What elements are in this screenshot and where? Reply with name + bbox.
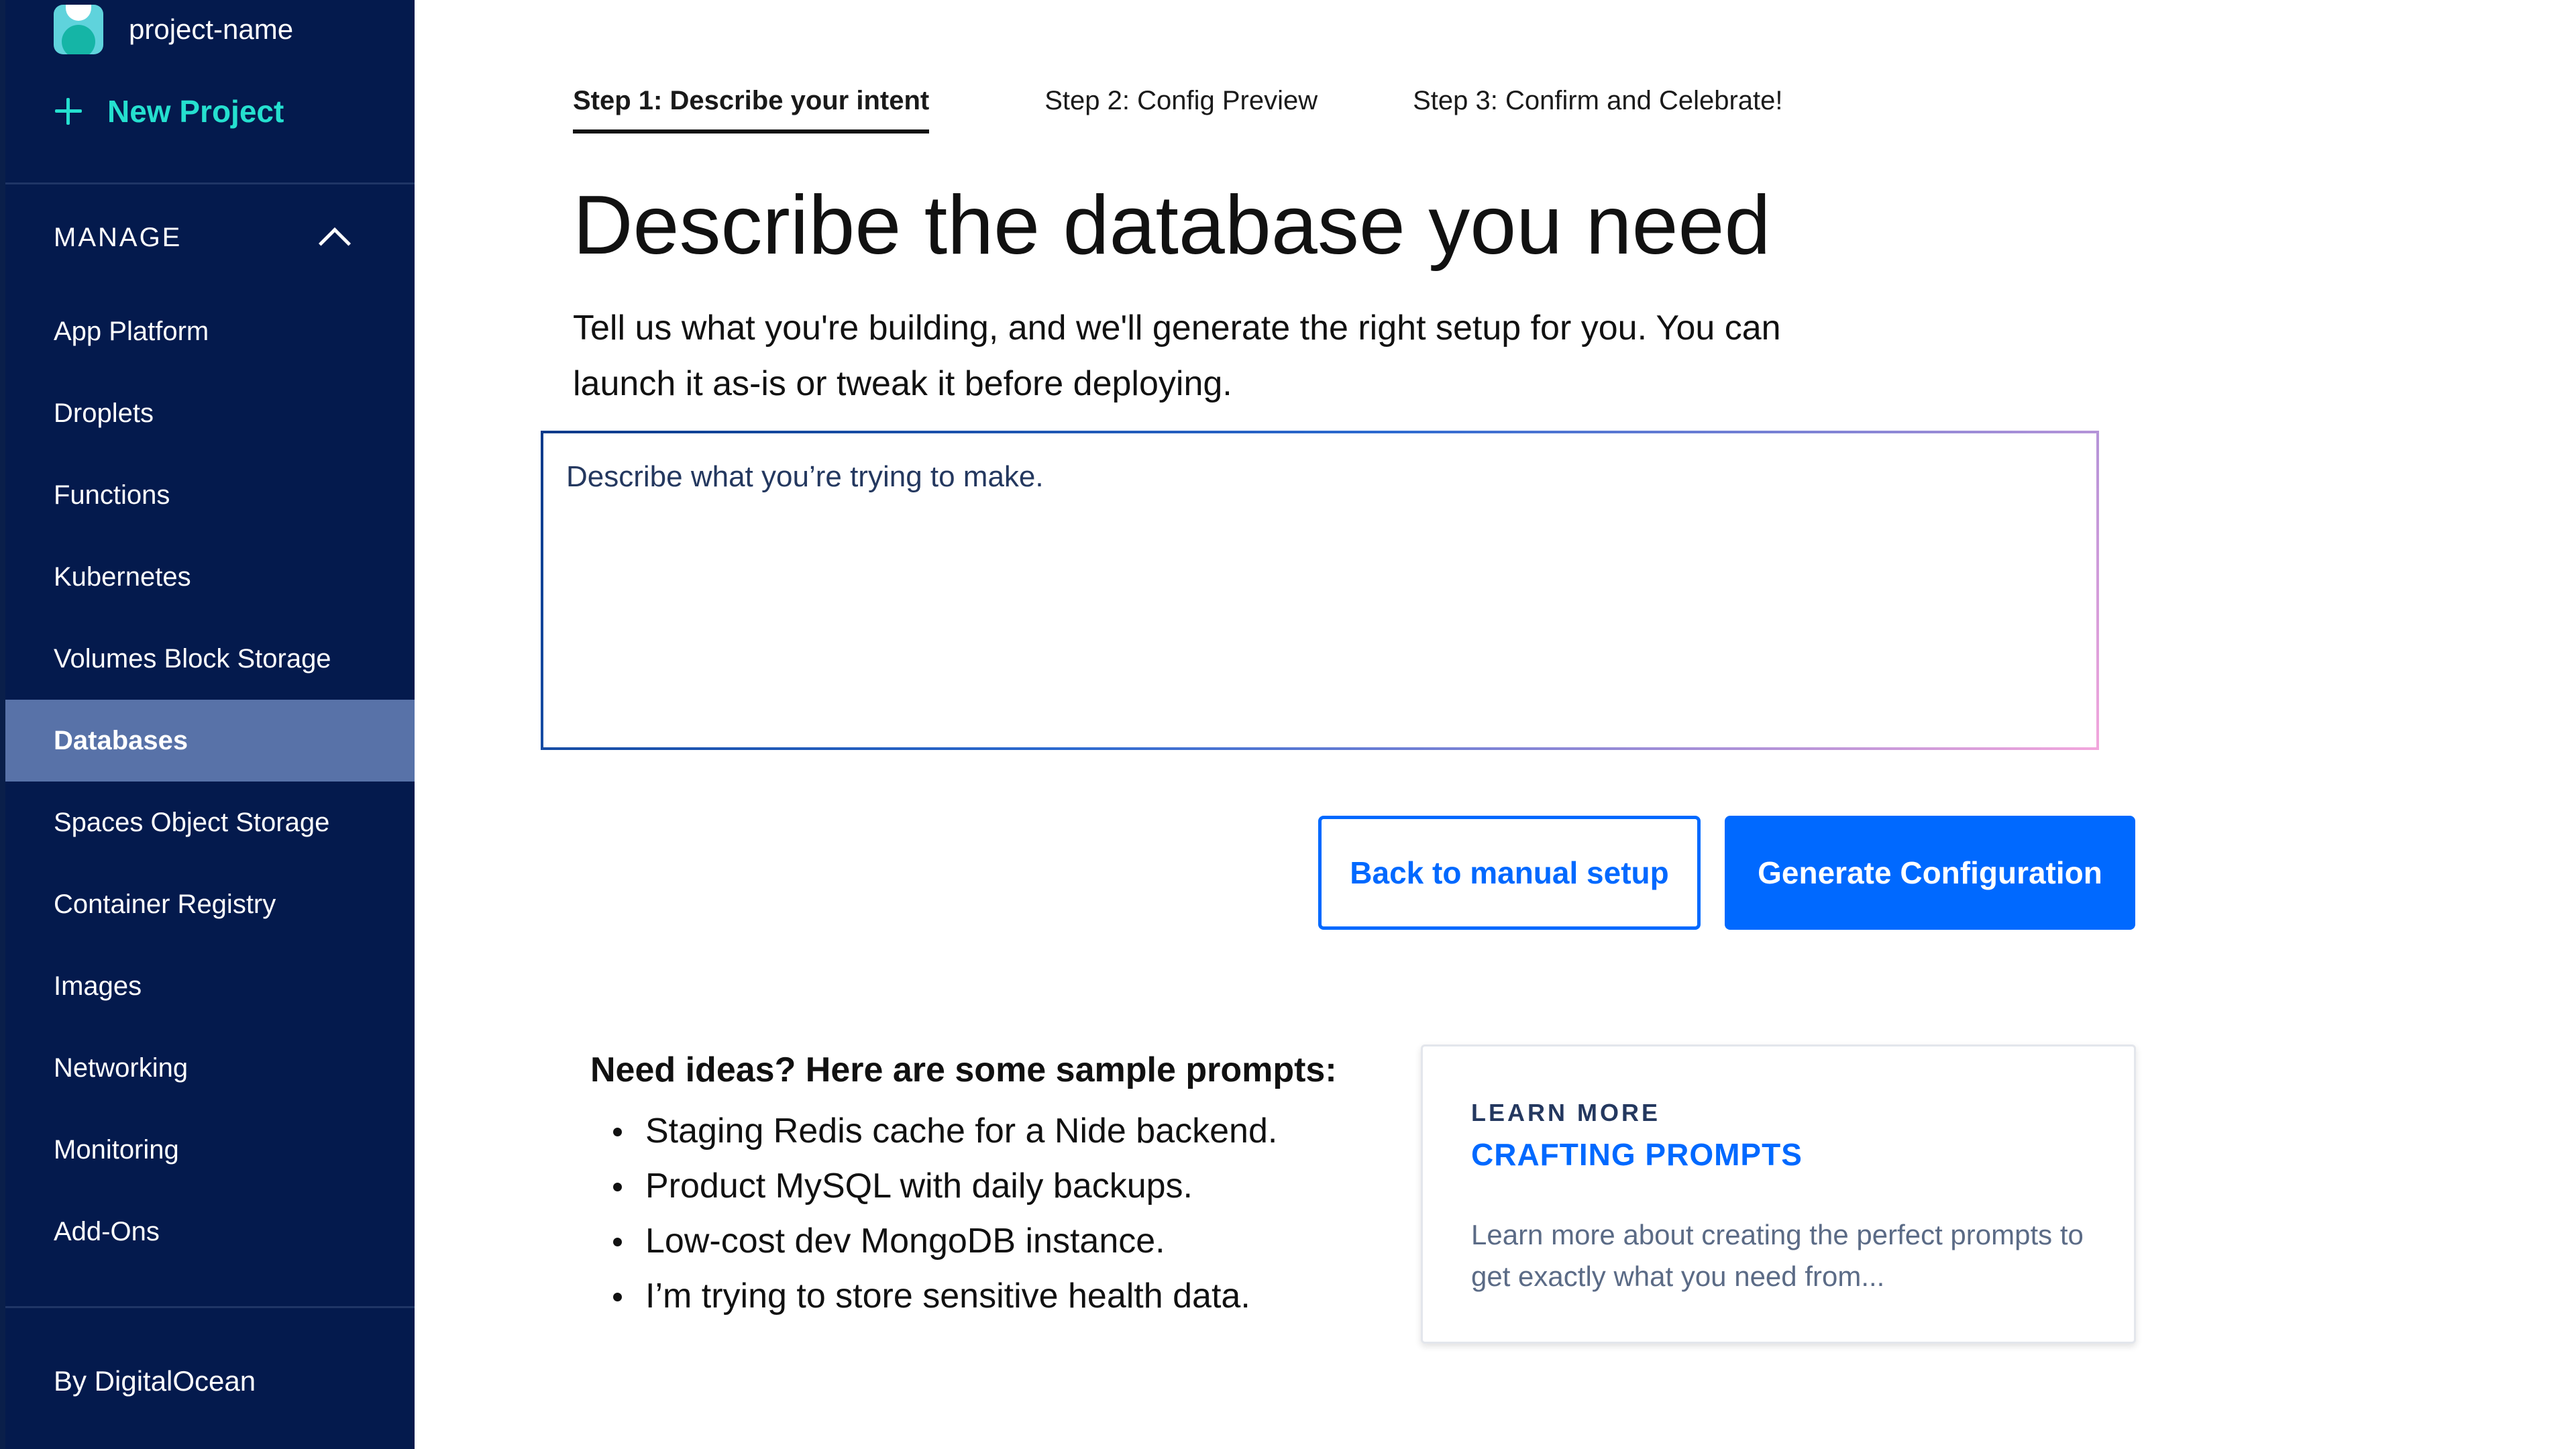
sample-prompt-item: Staging Redis cache for a Nide backend.: [590, 1104, 1395, 1159]
manage-section-label: MANAGE: [54, 222, 182, 252]
app-root: project-name New Project MANAGE App Plat…: [0, 0, 2576, 1449]
sidebar-item-droplets[interactable]: Droplets: [5, 372, 415, 454]
sidebar: project-name New Project MANAGE App Plat…: [0, 0, 415, 1449]
new-project-label: New Project: [107, 94, 284, 129]
tab-step-2[interactable]: Step 2: Config Preview: [1044, 86, 1318, 133]
sidebar-item-kubernetes[interactable]: Kubernetes: [5, 536, 415, 618]
new-project-button[interactable]: New Project: [54, 91, 284, 132]
sidebar-item-functions[interactable]: Functions: [5, 454, 415, 536]
back-to-manual-button[interactable]: Back to manual setup: [1318, 816, 1701, 930]
sidebar-footer[interactable]: By DigitalOcean: [54, 1365, 256, 1397]
learn-more-card[interactable]: LEARN MORE CRAFTING PROMPTS Learn more a…: [1421, 1044, 2136, 1344]
sidebar-divider: [5, 1306, 415, 1308]
sidebar-item-volumes[interactable]: Volumes Block Storage: [5, 618, 415, 700]
project-name: project-name: [129, 13, 294, 45]
crafting-prompts-link[interactable]: CRAFTING PROMPTS: [1471, 1136, 1803, 1173]
sidebar-item-spaces[interactable]: Spaces Object Storage: [5, 782, 415, 863]
page-title: Describe the database you need: [573, 179, 1771, 272]
learn-more-eyebrow: LEARN MORE: [1471, 1099, 1660, 1126]
sidebar-item-images[interactable]: Images: [5, 945, 415, 1027]
plus-icon: [54, 97, 83, 126]
sidebar-divider: [5, 182, 415, 184]
intent-prompt-input[interactable]: [541, 431, 2099, 750]
sidebar-item-databases[interactable]: Databases: [5, 700, 415, 782]
sample-prompt-item: Low-cost dev MongoDB instance.: [590, 1214, 1395, 1269]
tab-step-1[interactable]: Step 1: Describe your intent: [573, 86, 930, 133]
manage-section-toggle[interactable]: MANAGE: [54, 216, 356, 260]
sidebar-item-networking[interactable]: Networking: [5, 1027, 415, 1109]
sample-prompts-title: Need ideas? Here are some sample prompts…: [590, 1051, 1337, 1089]
main-content: Step 1: Describe your intent Step 2: Con…: [415, 0, 2576, 1449]
sample-prompt-item: I’m trying to store sensitive health dat…: [590, 1269, 1395, 1324]
sidebar-item-add-ons[interactable]: Add-Ons: [5, 1191, 415, 1273]
page-subtitle: Tell us what you're building, and we'll …: [573, 309, 1781, 403]
chevron-up-icon: [318, 227, 352, 260]
sidebar-item-container-registry[interactable]: Container Registry: [5, 863, 415, 945]
sidebar-item-app-platform[interactable]: App Platform: [5, 290, 415, 372]
sidebar-item-monitoring[interactable]: Monitoring: [5, 1109, 415, 1191]
generate-configuration-button[interactable]: Generate Configuration: [1725, 816, 2135, 930]
project-logo-icon: [54, 5, 103, 54]
sample-prompts-list: Staging Redis cache for a Nide backend. …: [590, 1104, 1395, 1324]
sample-prompt-item: Product MySQL with daily backups.: [590, 1159, 1395, 1214]
step-tabs: Step 1: Describe your intent Step 2: Con…: [573, 86, 1783, 133]
learn-more-description: Learn more about creating the perfect pr…: [1471, 1219, 2084, 1292]
sample-prompts: Need ideas? Here are some sample prompts…: [590, 1050, 1395, 1324]
project-switcher[interactable]: project-name: [54, 5, 293, 54]
tab-step-3[interactable]: Step 3: Confirm and Celebrate!: [1413, 86, 1782, 133]
sidebar-nav: App Platform Droplets Functions Kubernet…: [5, 290, 415, 1273]
